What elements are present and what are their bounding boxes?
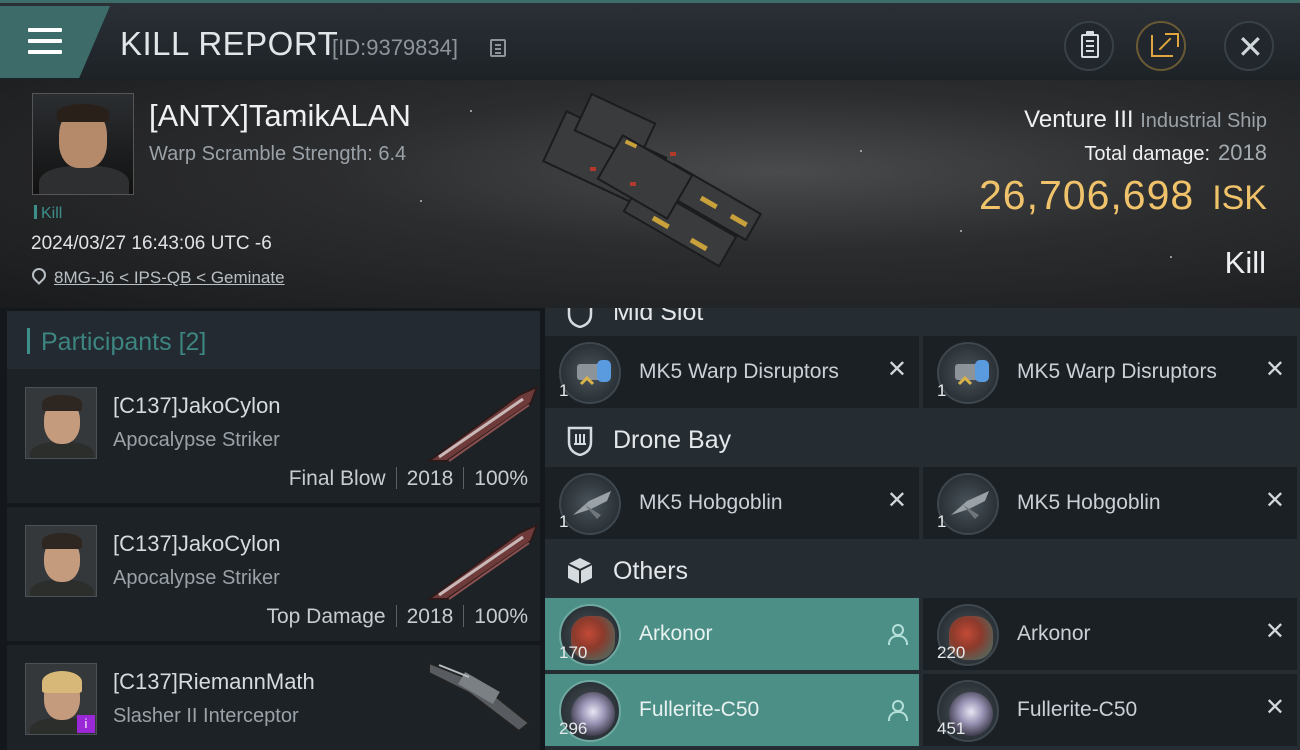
participant-ship-image xyxy=(425,523,539,600)
participants-title: Participants [2] xyxy=(41,328,207,356)
menu-icon xyxy=(28,28,62,32)
isk-value: 26,706,698 xyxy=(978,172,1195,218)
menu-button[interactable] xyxy=(0,6,110,78)
copy-icon[interactable] xyxy=(490,39,506,57)
fit-item[interactable]: 1 MK5 Warp Disruptors ✕ xyxy=(923,336,1297,408)
participant-name: [C137]JakoCylon xyxy=(113,531,281,556)
destroyed-icon: ✕ xyxy=(886,487,907,514)
participant-ship-image xyxy=(425,385,539,462)
participant-row[interactable]: i [C137]RiemannMath Slasher II Intercept… xyxy=(7,645,540,750)
section-header-others: Others xyxy=(545,543,1300,598)
person-icon xyxy=(887,624,908,645)
destroyed-icon: ✕ xyxy=(1264,356,1285,383)
item-name: Fullerite-C50 xyxy=(639,698,760,721)
close-icon: ✕ xyxy=(1237,29,1264,65)
shield-icon xyxy=(567,308,593,328)
share-button[interactable] xyxy=(1136,21,1186,71)
participant-row[interactable]: [C137]JakoCylon Apocalypse Striker Top D… xyxy=(7,507,540,641)
section-label: Others xyxy=(613,557,689,585)
isk-loss: 26,706,698 ISK xyxy=(979,172,1267,219)
fit-item[interactable]: 1 MK5 Warp Disruptors ✕ xyxy=(545,336,919,408)
victim-name[interactable]: [ANTX]TamikALAN xyxy=(149,98,411,134)
participant-stats: Top Damage 2018 100% xyxy=(266,605,528,628)
item-name: MK5 Hobgoblin xyxy=(1017,491,1161,514)
victim-stat: Warp Scramble Strength: 6.4 xyxy=(149,143,407,165)
fit-item[interactable]: 1 MK5 Hobgoblin ✕ xyxy=(923,467,1297,539)
destroyed-icon: ✕ xyxy=(1264,694,1285,721)
avatar xyxy=(25,525,97,597)
item-quantity: 1 xyxy=(937,512,947,531)
fitting-panel: Mid Slot 1 MK5 Warp Disruptors ✕ 1 MK5 W… xyxy=(545,308,1300,750)
victim-summary: [ANTX]TamikALAN Warp Scramble Strength: … xyxy=(0,80,1300,308)
participant-ship: Slasher II Interceptor xyxy=(113,705,299,727)
section-header-mid-slot: Mid Slot xyxy=(545,308,1300,339)
participant-stats: Final Blow 2018 100% xyxy=(288,467,528,490)
isk-unit: ISK xyxy=(1212,179,1267,217)
victim-ship-name[interactable]: Venture III Industrial Ship xyxy=(1024,106,1267,134)
drone-bay-icon xyxy=(567,426,593,456)
report-id: [ID:9379834] xyxy=(332,35,458,60)
page-title: KILL REPORT xyxy=(120,25,339,62)
kill-tag: Kill xyxy=(34,205,62,223)
avatar xyxy=(25,387,97,459)
fit-item[interactable]: 296 Fullerite-C50 xyxy=(545,674,919,746)
participant-ship: Apocalypse Striker xyxy=(113,567,280,589)
menu-icon-bar xyxy=(28,50,62,54)
fit-item[interactable]: 1 MK5 Hobgoblin ✕ xyxy=(545,467,919,539)
item-name: Arkonor xyxy=(639,622,713,645)
section-label: Mid Slot xyxy=(613,308,704,326)
menu-icon-bar xyxy=(28,39,62,43)
section-label: Drone Bay xyxy=(613,426,732,454)
top-bar: KILL REPORT [ID:9379834] ✕ xyxy=(0,0,1300,80)
fit-item[interactable]: 451 Fullerite-C50 ✕ xyxy=(923,674,1297,746)
total-damage-label: Total damage: xyxy=(1084,143,1211,165)
clipboard-button[interactable] xyxy=(1064,21,1114,71)
participants-panel: Participants [2] [C137]JakoCylon Apocaly… xyxy=(0,308,540,750)
item-name: Fullerite-C50 xyxy=(1017,698,1138,721)
location-pin-icon xyxy=(29,265,49,285)
ship-class-text: Industrial Ship xyxy=(1140,110,1267,132)
fit-item[interactable]: 170 Arkonor xyxy=(545,598,919,670)
victim-ship-image xyxy=(541,92,763,268)
item-quantity: 296 xyxy=(559,719,588,738)
item-name: Arkonor xyxy=(1017,622,1091,645)
item-quantity: 1 xyxy=(937,381,947,400)
kill-location-link[interactable]: 8MG-J6 < IPS-QB < Geminate xyxy=(54,268,285,288)
item-quantity: 1 xyxy=(559,512,569,531)
participant-row[interactable]: [C137]JakoCylon Apocalypse Striker Final… xyxy=(7,369,540,503)
total-damage-value: 2018 xyxy=(1218,140,1267,165)
fit-item[interactable]: 220 Arkonor ✕ xyxy=(923,598,1297,670)
destroyed-icon: ✕ xyxy=(1264,618,1285,645)
destroyed-icon: ✕ xyxy=(1264,487,1285,514)
item-name: MK5 Warp Disruptors xyxy=(1017,360,1217,383)
item-name: MK5 Warp Disruptors xyxy=(639,360,839,383)
participant-name: [C137]JakoCylon xyxy=(113,393,281,418)
participant-ship: Apocalypse Striker xyxy=(113,429,280,451)
person-icon xyxy=(887,700,908,721)
participant-name: [C137]RiemannMath xyxy=(113,669,315,694)
item-quantity: 451 xyxy=(937,719,966,738)
item-quantity: 1 xyxy=(559,381,569,400)
close-button[interactable]: ✕ xyxy=(1224,21,1274,71)
ship-name-text: Venture III xyxy=(1024,106,1134,133)
kill-timestamp: 2024/03/27 16:43:06 UTC -6 xyxy=(31,233,272,254)
destroyed-icon: ✕ xyxy=(886,356,907,383)
item-quantity: 170 xyxy=(559,643,588,662)
cargo-box-icon xyxy=(567,558,593,584)
victim-avatar[interactable] xyxy=(32,93,134,195)
section-header-drone-bay: Drone Bay xyxy=(545,412,1300,467)
clipboard-icon xyxy=(1081,31,1099,58)
info-badge-icon: i xyxy=(77,715,95,733)
item-name: MK5 Hobgoblin xyxy=(639,491,783,514)
share-icon xyxy=(1151,33,1179,57)
total-damage: Total damage: 2018 xyxy=(1084,140,1267,166)
result-label: Kill xyxy=(1224,245,1266,280)
item-quantity: 220 xyxy=(937,643,966,662)
participants-header: Participants [2] xyxy=(7,311,540,369)
participant-ship-image xyxy=(428,661,531,733)
